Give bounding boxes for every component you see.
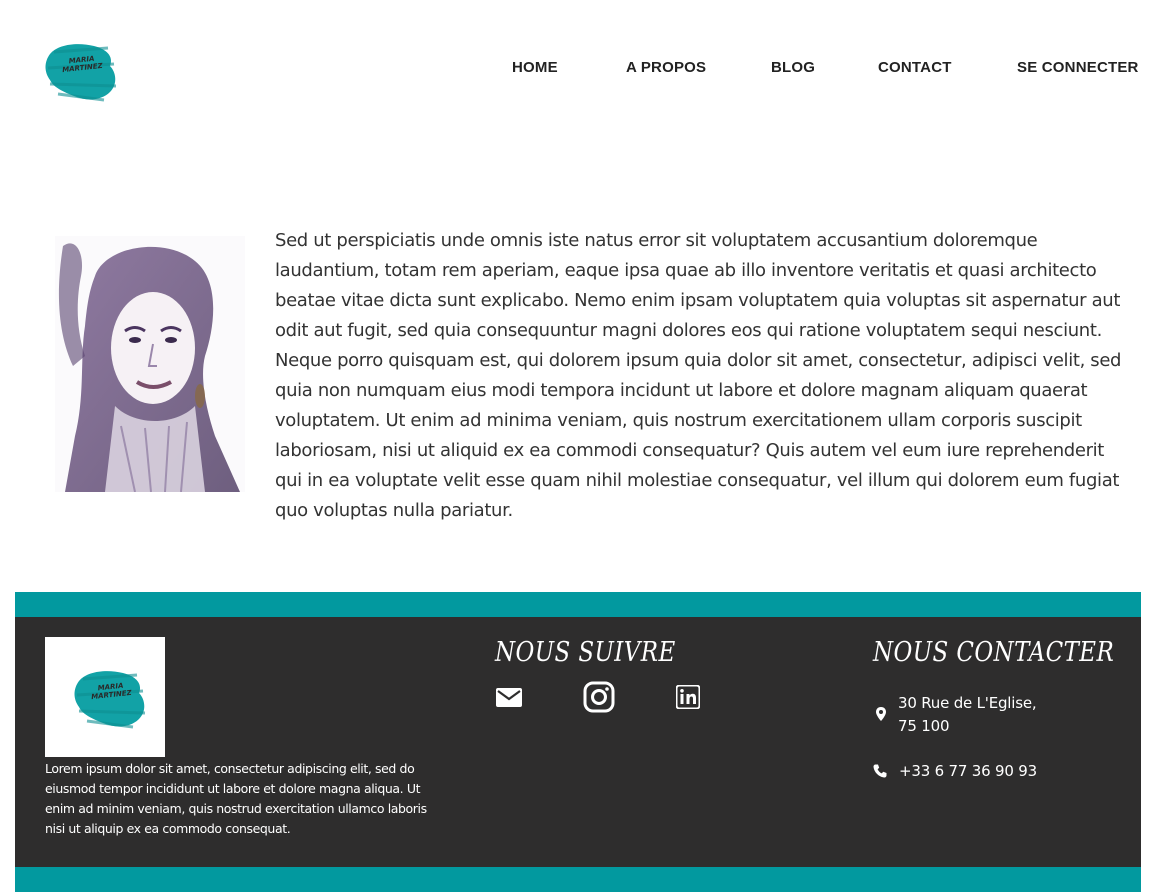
nav-item-home[interactable]: HOME [512,59,558,76]
phone-number[interactable]: +33 6 77 36 90 93 [899,762,1037,780]
mail-icon[interactable] [495,683,523,711]
nav-item-a-propos[interactable]: A PROPOS [626,59,706,76]
footer-brand-logo: MARIA MARTINEZ [73,667,147,731]
linkedin-icon[interactable] [675,684,701,710]
nav-item-se-connecter[interactable]: SE CONNECTER [1017,59,1139,76]
site-header: MARIA MARTINEZ HOME A PROPOS BLOG CONTAC… [0,0,1156,140]
portrait-image [55,236,245,493]
contact-heading: NOUS CONTACTER [873,637,1115,668]
nav-item-blog[interactable]: BLOG [771,59,815,76]
nav-item-contact[interactable]: CONTACT [878,59,952,76]
follow-heading: NOUS SUIVRE [495,637,676,668]
about-paragraph: Sed ut perspiciatis unde omnis iste natu… [275,230,1122,521]
address-line-2: 75 100 [898,717,950,735]
location-pin-icon [873,706,889,722]
site-footer: MARIA MARTINEZ Lorem ipsum dolor sit ame… [15,617,1141,867]
footer-logo[interactable]: MARIA MARTINEZ [45,637,165,757]
footer-bottom-band [15,867,1141,892]
footer-top-band [15,592,1141,617]
instagram-icon[interactable] [583,681,615,713]
main-nav: HOME A PROPOS BLOG CONTACT SE CONNECTER [0,59,1156,79]
phone-icon [872,763,888,779]
address-line-1: 30 Rue de L'Eglise, [898,694,1037,712]
footer-description: Lorem ipsum dolor sit amet, consectetur … [45,761,427,836]
